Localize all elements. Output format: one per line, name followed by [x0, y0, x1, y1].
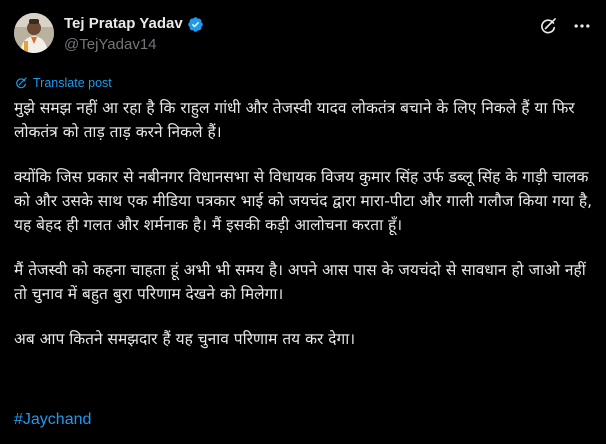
hashtag-link[interactable]: #Jaychand [14, 408, 91, 432]
translate-icon [14, 76, 28, 90]
post-paragraph: मैं तेजस्वी को कहना चाहता हूं अभी भी समय… [14, 261, 586, 303]
profile-photo [14, 13, 54, 53]
avatar[interactable] [14, 13, 54, 53]
grok-icon[interactable] [538, 16, 558, 36]
post-card: Tej Pratap Yadav @TejYadav14 Translate p… [0, 0, 606, 444]
post-paragraph: अब आप कितने समझदार हैं यह चुनाव परिणाम त… [14, 330, 356, 348]
author-handle[interactable]: @TejYadav14 [64, 35, 204, 55]
post-text: मुझे समझ नहीं आ रहा है कि राहुल गांधी और… [14, 96, 600, 372]
post-paragraph: मुझे समझ नहीं आ रहा है कि राहुल गांधी और… [14, 99, 575, 141]
more-options-icon[interactable] [572, 16, 592, 36]
verified-badge-icon [187, 16, 204, 33]
post-paragraph: क्योंकि जिस प्रकार से नबीनगर विधानसभा से… [14, 168, 593, 234]
translate-post-link[interactable]: Translate post [14, 76, 112, 90]
author-display-name[interactable]: Tej Pratap Yadav [64, 14, 183, 34]
author-name-row: Tej Pratap Yadav [64, 14, 204, 34]
translate-post-label: Translate post [33, 76, 112, 90]
post-actions [538, 16, 592, 36]
author-block: Tej Pratap Yadav @TejYadav14 [64, 14, 204, 55]
